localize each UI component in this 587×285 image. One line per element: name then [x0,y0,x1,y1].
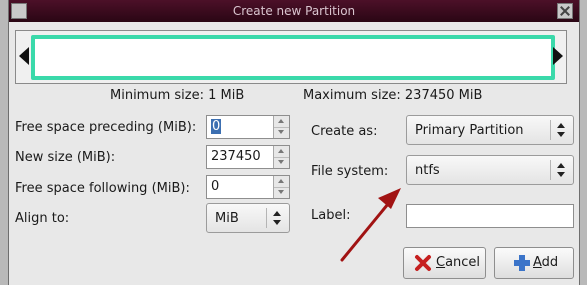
add-icon [514,255,530,271]
align-to-value: MiB [215,211,239,226]
cancel-mnemonic: C [436,255,446,270]
partition-bar[interactable] [31,35,555,80]
window-menu-button[interactable] [11,3,27,19]
spinner-buttons[interactable] [273,176,289,198]
free-space-preceding-value[interactable]: 0 [211,119,222,134]
updown-arrows-icon [273,211,281,227]
spinner-buttons[interactable] [273,146,289,168]
free-space-following-value[interactable]: 0 [211,179,219,194]
spinner-buttons[interactable] [273,116,289,138]
close-window-button[interactable] [557,3,573,19]
align-to-select[interactable]: MiB [206,203,290,233]
free-space-preceding-label: Free space preceding (MiB): [15,120,197,135]
free-space-following-spinner[interactable]: 0 [206,175,290,199]
add-label-rest: dd [541,255,559,270]
free-space-preceding-spinner[interactable]: 0 [206,115,290,139]
decrement-icon[interactable] [274,187,289,198]
resize-right-handle[interactable] [553,47,563,65]
cancel-button[interactable]: Cancel [403,247,486,279]
cancel-icon [415,255,431,271]
decrement-icon[interactable] [274,127,289,138]
title-bar: Create new Partition [9,0,579,22]
updown-arrows-icon [557,123,565,139]
file-system-label: File system: [311,164,389,179]
minimum-size-text: Minimum size: 1 MiB [110,88,245,103]
new-size-spinner[interactable]: 237450 [206,145,290,169]
window-title: Create new Partition [232,4,356,18]
partition-size-graph[interactable] [15,30,567,84]
add-mnemonic: A [533,255,542,270]
updown-arrows-icon [557,163,565,179]
align-to-label: Align to: [15,211,70,226]
create-as-label: Create as: [311,124,378,139]
decrement-icon[interactable] [274,157,289,168]
maximum-size-text: Maximum size: 237450 MiB [303,88,483,103]
new-size-value[interactable]: 237450 [211,149,261,164]
partition-label-label: Label: [311,208,351,223]
file-system-select[interactable]: ntfs [406,155,574,185]
new-size-label: New size (MiB): [15,150,116,165]
free-space-following-label: Free space following (MiB): [15,181,190,196]
add-button[interactable]: Add [494,247,574,279]
cancel-label-rest: ancel [445,255,481,270]
resize-left-handle[interactable] [19,47,29,65]
create-as-select[interactable]: Primary Partition [406,115,574,145]
create-as-value: Primary Partition [415,123,524,138]
file-system-value: ntfs [415,163,440,178]
partition-label-input[interactable] [406,204,574,228]
